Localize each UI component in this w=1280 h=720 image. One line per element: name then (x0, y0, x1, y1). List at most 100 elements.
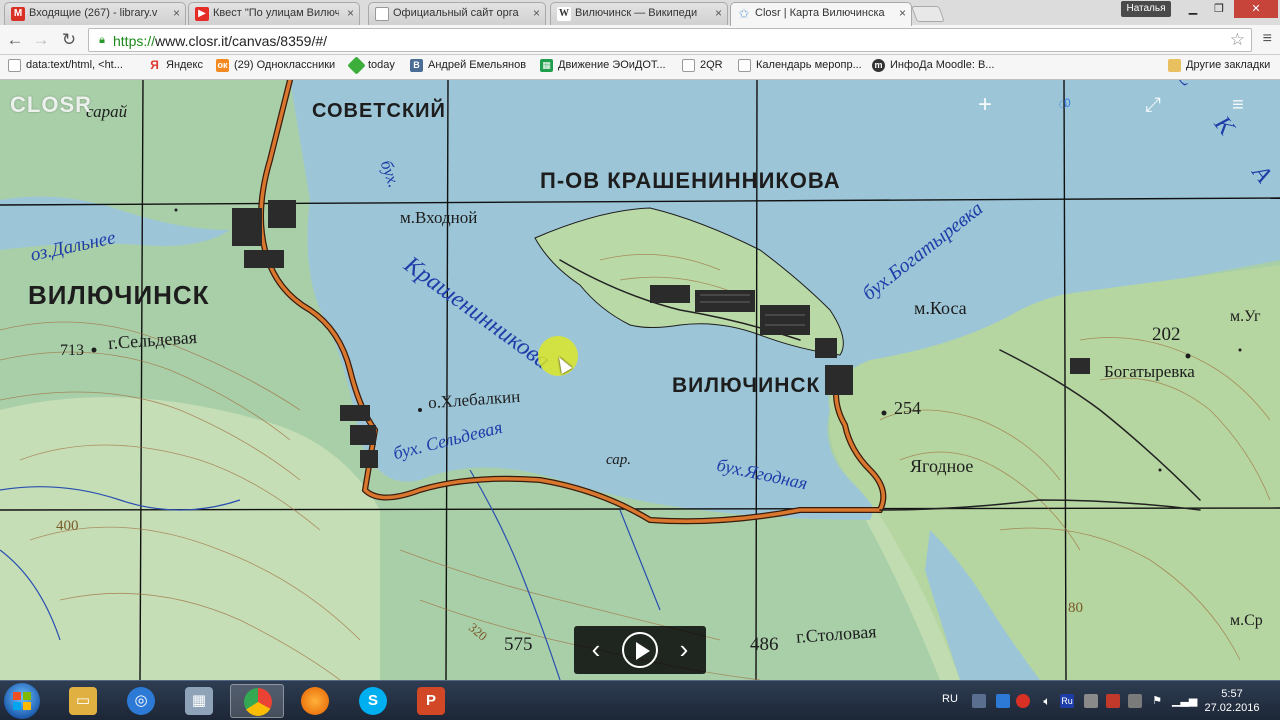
map-label-elevation: 400 (56, 518, 79, 534)
fullscreen-icon[interactable]: ⤢ (1140, 92, 1166, 118)
tray-app-icon[interactable] (1128, 694, 1142, 708)
page-icon (738, 59, 751, 72)
bookmark-item[interactable]: Я Яндекс (148, 58, 203, 72)
page-icon (8, 59, 21, 72)
bookmark-star-icon[interactable]: ☆ (1230, 30, 1245, 50)
language-indicator[interactable]: RU (942, 693, 958, 705)
taskbar-powerpoint[interactable]: P (404, 684, 458, 718)
tab-label: Официальный сайт орга (393, 7, 519, 19)
close-icon[interactable]: × (173, 6, 180, 20)
minimize-button[interactable]: ▁ (1180, 0, 1206, 18)
tab-wikipedia[interactable]: W Вилючинск — Википеди × (550, 2, 728, 25)
close-icon[interactable]: × (347, 6, 354, 20)
map-label-bogatyrevka: Богатыревка (1104, 362, 1195, 381)
maximize-button[interactable]: ❐ (1206, 0, 1232, 18)
map-canvas[interactable]: СОВЕТСКИЙ сарай П-ОВ КРАШЕНИННИКОВА м.Вх… (0, 80, 1280, 680)
close-icon[interactable]: × (899, 6, 906, 20)
menu-icon[interactable]: ≡ (1226, 92, 1250, 118)
taskbar-media-player[interactable]: ◎ (114, 684, 168, 718)
clock-date: 27.02.2016 (1204, 702, 1260, 714)
map-label-sovetsky: СОВЕТСКИЙ (312, 100, 446, 122)
tab-youtube[interactable]: ▶ Квест "По улицам Вилюч × (188, 2, 360, 25)
yandex-icon: Я (150, 58, 159, 72)
back-icon[interactable]: ← (4, 29, 26, 51)
bookmark-item[interactable]: ок (29) Одноклассники (216, 59, 336, 72)
bookmark-label: Андрей Емельянов (428, 59, 527, 71)
map-label-yagodnoe: Ягодное (910, 456, 974, 476)
bookmark-item[interactable]: m ИнфоДа Moodle: В... (872, 59, 995, 72)
taskbar-explorer[interactable]: ▭ (56, 684, 110, 718)
taskbar-firefox[interactable] (288, 684, 342, 718)
odnoklassniki-icon: ок (216, 59, 229, 72)
map-label-elevation: 713 (60, 342, 84, 359)
tab-gmail[interactable]: M Входящие (267) - library.v × (4, 2, 186, 25)
cursor-highlight (538, 336, 578, 376)
bookmark-item[interactable]: today (347, 56, 395, 75)
play-icon[interactable] (622, 632, 658, 668)
toolbar: ← → ↻ 🔒︎ https://www.closr.it/canvas/835… (0, 25, 1280, 55)
forward-icon[interactable]: → (30, 29, 52, 51)
page-icon (375, 7, 389, 21)
gmail-icon: M (11, 7, 25, 21)
bookmark-item[interactable]: 2QR (682, 59, 723, 72)
close-icon[interactable]: × (715, 6, 722, 20)
bookmark-item[interactable]: ▦ Движение ЭОиДОТ... (540, 59, 666, 72)
slideshow-player: ‹ › (574, 626, 706, 674)
other-bookmarks[interactable]: Другие закладки (1168, 59, 1270, 72)
sheets-icon: ▦ (540, 59, 553, 72)
map-label-peninsula: П-ОВ КРАШЕНИННИКОВА (540, 168, 841, 193)
close-window-button[interactable]: ✕ (1234, 0, 1278, 18)
tray-app-icon[interactable] (1016, 694, 1030, 708)
tray-app-icon[interactable] (1106, 694, 1120, 708)
address-bar[interactable]: 🔒︎ https://www.closr.it/canvas/8359/#/ ☆ (88, 28, 1252, 52)
map-label-elevation: 575 (504, 634, 533, 655)
map-label-sar: сар. (606, 452, 632, 468)
tray-app-icon[interactable] (972, 694, 986, 708)
today-icon (347, 56, 366, 75)
taskbar-chrome[interactable] (230, 684, 284, 718)
prev-slide-icon[interactable]: ‹ (586, 636, 606, 662)
volume-icon[interactable]: 🔈︎ (1040, 694, 1054, 708)
closr-logo[interactable]: CLOSR (10, 92, 92, 118)
network-icon[interactable]: ▁▃▅ (1172, 694, 1197, 708)
system-clock[interactable]: 5:57 27.02.2016 (1200, 687, 1264, 715)
menu-icon[interactable]: ≡ (1263, 30, 1272, 48)
map-label-elevation: 254 (894, 398, 921, 418)
tab-official-site[interactable]: Официальный сайт орга × (368, 2, 546, 25)
powerpoint-icon: P (417, 687, 445, 715)
closr-star-icon: ✩ (738, 6, 750, 21)
bookmark-item[interactable]: data:text/html, <ht... (8, 59, 123, 72)
youtube-icon: ▶ (195, 7, 209, 21)
taskbar-calculator[interactable]: ▦ (172, 684, 226, 718)
reload-icon[interactable]: ↻ (58, 29, 80, 51)
map-label-cape-ug: м.Уг (1230, 308, 1261, 325)
tray-app-icon[interactable] (1084, 694, 1098, 708)
bookmark-item[interactable]: В Андрей Емельянов (410, 59, 527, 72)
bookmark-label: Календарь меропр... (756, 59, 862, 71)
bookmark-label: ИнфоДа Moodle: В... (890, 59, 995, 71)
new-tab-button[interactable] (911, 6, 945, 22)
folder-icon (1168, 59, 1181, 72)
add-hotspot-icon[interactable]: + (974, 93, 996, 117)
bookmark-item[interactable]: Календарь меропр... (738, 59, 862, 72)
taskbar-skype[interactable]: S (346, 684, 400, 718)
lock-icon: 🔒︎ (99, 34, 105, 46)
bookmark-label: data:text/html, <ht... (26, 59, 123, 71)
url-text: https://www.closr.it/canvas/8359/#/ (113, 33, 328, 49)
profile-button[interactable]: Наталья (1121, 1, 1171, 17)
map-label-cape-vkhodnoy: м.Входной (400, 208, 478, 227)
map-label-cape-kosa: м.Коса (914, 298, 967, 318)
bookmark-label: (29) Одноклассники (234, 59, 336, 71)
close-icon[interactable]: × (533, 6, 540, 20)
bookmark-label: 2QR (700, 59, 723, 71)
start-button[interactable] (4, 683, 40, 719)
next-slide-icon[interactable]: › (674, 636, 694, 662)
tray-app-icon[interactable] (996, 694, 1010, 708)
bookmark-label: today (368, 59, 395, 71)
tab-closr[interactable]: ✩ Closr | Карта Вилючинска × (730, 2, 912, 26)
tab-label: Вилючинск — Википеди (575, 7, 698, 19)
vk-icon: В (410, 59, 423, 72)
flag-icon[interactable]: ⚑ (1150, 694, 1164, 708)
media-player-icon: ◎ (127, 687, 155, 715)
language-bar-icon[interactable]: Ru (1060, 694, 1074, 708)
